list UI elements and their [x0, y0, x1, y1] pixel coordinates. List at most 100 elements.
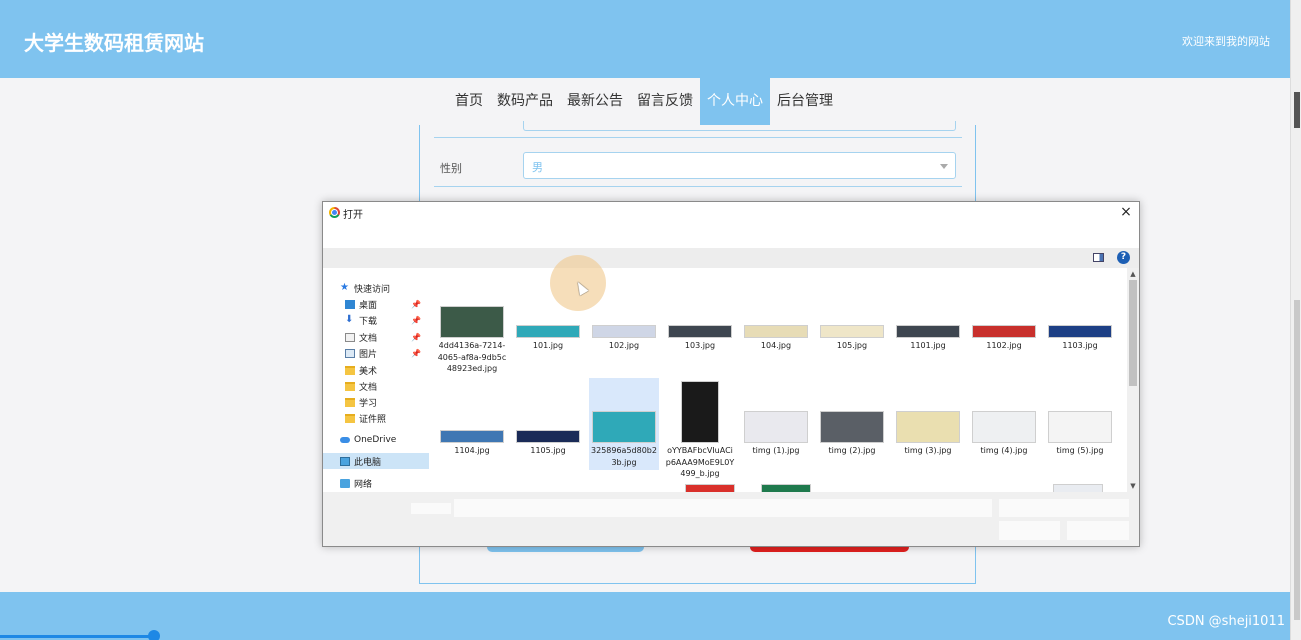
- folder-icon: [345, 381, 355, 391]
- form-divider: [434, 186, 962, 187]
- file-name: timg (3).jpg: [904, 446, 952, 455]
- file-name: timg (5).jpg: [1056, 446, 1104, 455]
- nav-entry-label: OneDrive: [354, 435, 397, 445]
- site-title: 大学生数码租赁网站: [24, 31, 204, 55]
- download-icon: ⬇: [345, 314, 354, 325]
- file-item[interactable]: 1103.jpg: [1045, 278, 1115, 370]
- preview-pane-icon[interactable]: [1093, 253, 1104, 262]
- nav-entry-label: 桌面: [359, 300, 378, 311]
- nav-entry-label: 证件照: [359, 414, 387, 425]
- file-name: 1102.jpg: [986, 341, 1022, 350]
- file-item[interactable]: 325896a5d80b23b.jpg: [589, 378, 659, 470]
- watermark: CSDN @sheji1011: [1167, 614, 1285, 629]
- file-name: 1101.jpg: [910, 341, 946, 350]
- file-item[interactable]: 105.jpg: [817, 278, 887, 370]
- file-item[interactable]: timg (2).jpg: [817, 378, 887, 470]
- site-footer: [0, 592, 1290, 640]
- site-header: 大学生数码租赁网站 欢迎来到我的网站: [0, 0, 1290, 78]
- nav-entry-label: 美术: [359, 366, 378, 377]
- file-thumbnail: [744, 325, 808, 338]
- nav-folder-id-photos[interactable]: 证件照: [345, 410, 386, 426]
- help-icon[interactable]: ?: [1117, 251, 1130, 264]
- nav-folder-docs[interactable]: 文档: [345, 378, 377, 394]
- file-item[interactable]: timg (1).jpg: [741, 378, 811, 470]
- file-list: 4dd4136a-7214-4065-af8a-9db5c48923ed.jpg…: [431, 268, 1127, 492]
- file-item[interactable]: 103.jpg: [665, 278, 735, 370]
- file-item[interactable]: 4dd4136a-7214-4065-af8a-9db5c48923ed.jpg: [437, 278, 507, 373]
- file-item[interactable]: oYYBAFbcVIuACip6AAA9MoE9L0Y499_b.jpg: [665, 378, 735, 478]
- file-name: 105.jpg: [836, 341, 868, 350]
- scroll-marker: [1294, 92, 1300, 128]
- pin-icon: 📌: [411, 299, 422, 309]
- close-icon[interactable]: ×: [1117, 203, 1135, 221]
- file-name: timg (1).jpg: [752, 446, 800, 455]
- nav-admin[interactable]: 后台管理: [770, 78, 840, 125]
- file-item[interactable]: 1101.jpg: [893, 278, 963, 370]
- welcome-text: 欢迎来到我的网站: [1182, 35, 1270, 48]
- nav-announcements[interactable]: 最新公告: [560, 78, 630, 125]
- file-item[interactable]: 1105.jpg: [513, 378, 583, 470]
- gender-select[interactable]: 男: [523, 152, 956, 179]
- previous-field-input[interactable]: [523, 121, 956, 131]
- file-thumbnail: [516, 430, 580, 443]
- file-item[interactable]: timg (3).jpg: [893, 378, 963, 470]
- nav-entry-label: 学习: [359, 398, 378, 409]
- folder-icon: [345, 413, 355, 423]
- file-name: timg (4).jpg: [980, 446, 1028, 455]
- scrollbar-thumb[interactable]: [1129, 280, 1137, 386]
- nav-quick-access[interactable]: ★ 快速访问: [340, 280, 390, 296]
- video-progress-knob[interactable]: [148, 630, 160, 640]
- nav-folder-study[interactable]: 学习: [345, 394, 377, 410]
- nav-documents[interactable]: 文档 📌: [345, 329, 421, 345]
- cancel-button[interactable]: [1067, 521, 1129, 540]
- scrollbar-thumb[interactable]: [1294, 300, 1300, 620]
- network-icon: [340, 478, 350, 488]
- navigation-pane: ★ 快速访问 桌面 📌 ⬇ 下载 📌 文档 📌 图片 📌 美术 文档 学习 证件照 OneD…: [323, 268, 431, 492]
- desktop-icon: [345, 299, 355, 309]
- nav-pictures[interactable]: 图片 📌: [345, 345, 421, 361]
- file-thumbnail: [440, 306, 504, 338]
- file-thumbnail: [516, 325, 580, 338]
- nav-network[interactable]: 网络: [340, 475, 372, 491]
- file-item[interactable]: timg (5).jpg: [1045, 378, 1115, 470]
- file-item[interactable]: 1102.jpg: [969, 278, 1039, 370]
- nav-personal-center[interactable]: 个人中心: [700, 78, 770, 125]
- chevron-up-icon[interactable]: ▲: [1127, 269, 1139, 279]
- open-button[interactable]: [999, 521, 1060, 540]
- file-item[interactable]: 1104.jpg: [437, 378, 507, 470]
- file-item[interactable]: timg (4).jpg: [969, 378, 1039, 470]
- file-name: timg (2).jpg: [828, 446, 876, 455]
- nav-this-pc[interactable]: 此电脑: [323, 453, 429, 469]
- video-progress-bar[interactable]: [0, 635, 154, 638]
- dialog-titlebar[interactable]: 打开 ×: [323, 202, 1139, 224]
- file-thumbnail: [896, 325, 960, 338]
- file-thumbnail-partial[interactable]: [685, 484, 735, 492]
- file-item[interactable]: 104.jpg: [741, 278, 811, 370]
- file-name: 103.jpg: [684, 341, 716, 350]
- nav-downloads[interactable]: ⬇ 下载 📌: [345, 312, 421, 328]
- nav-folder-art[interactable]: 美术: [345, 362, 377, 378]
- file-thumbnail: [820, 411, 884, 443]
- file-list-scrollbar[interactable]: ▲ ▼: [1127, 268, 1139, 492]
- file-thumbnail: [820, 325, 884, 338]
- chevron-down-icon[interactable]: ▼: [1127, 481, 1139, 491]
- filetype-select[interactable]: [999, 499, 1129, 517]
- page-scrollbar[interactable]: [1290, 0, 1301, 640]
- file-thumbnail: [592, 325, 656, 338]
- nav-entry-label: 快速访问: [354, 284, 391, 295]
- nav-entry-label: 图片: [359, 349, 378, 360]
- file-name: 102.jpg: [608, 341, 640, 350]
- file-thumbnail-partial[interactable]: [1053, 484, 1103, 492]
- filename-input[interactable]: [454, 499, 992, 517]
- nav-desktop[interactable]: 桌面 📌: [345, 296, 421, 312]
- file-thumbnail-partial[interactable]: [761, 484, 811, 492]
- file-name: oYYBAFbcVIuACip6AAA9MoE9L0Y499_b.jpg: [665, 446, 735, 478]
- nav-onedrive[interactable]: OneDrive: [340, 432, 396, 448]
- dialog-toolbar: ?: [323, 248, 1139, 268]
- nav-products[interactable]: 数码产品: [490, 78, 560, 125]
- nav-entry-label: 文档: [359, 333, 378, 344]
- file-name: 1104.jpg: [454, 446, 490, 455]
- file-name: 1103.jpg: [1062, 341, 1098, 350]
- nav-feedback[interactable]: 留言反馈: [630, 78, 700, 125]
- nav-home[interactable]: 首页: [448, 78, 490, 125]
